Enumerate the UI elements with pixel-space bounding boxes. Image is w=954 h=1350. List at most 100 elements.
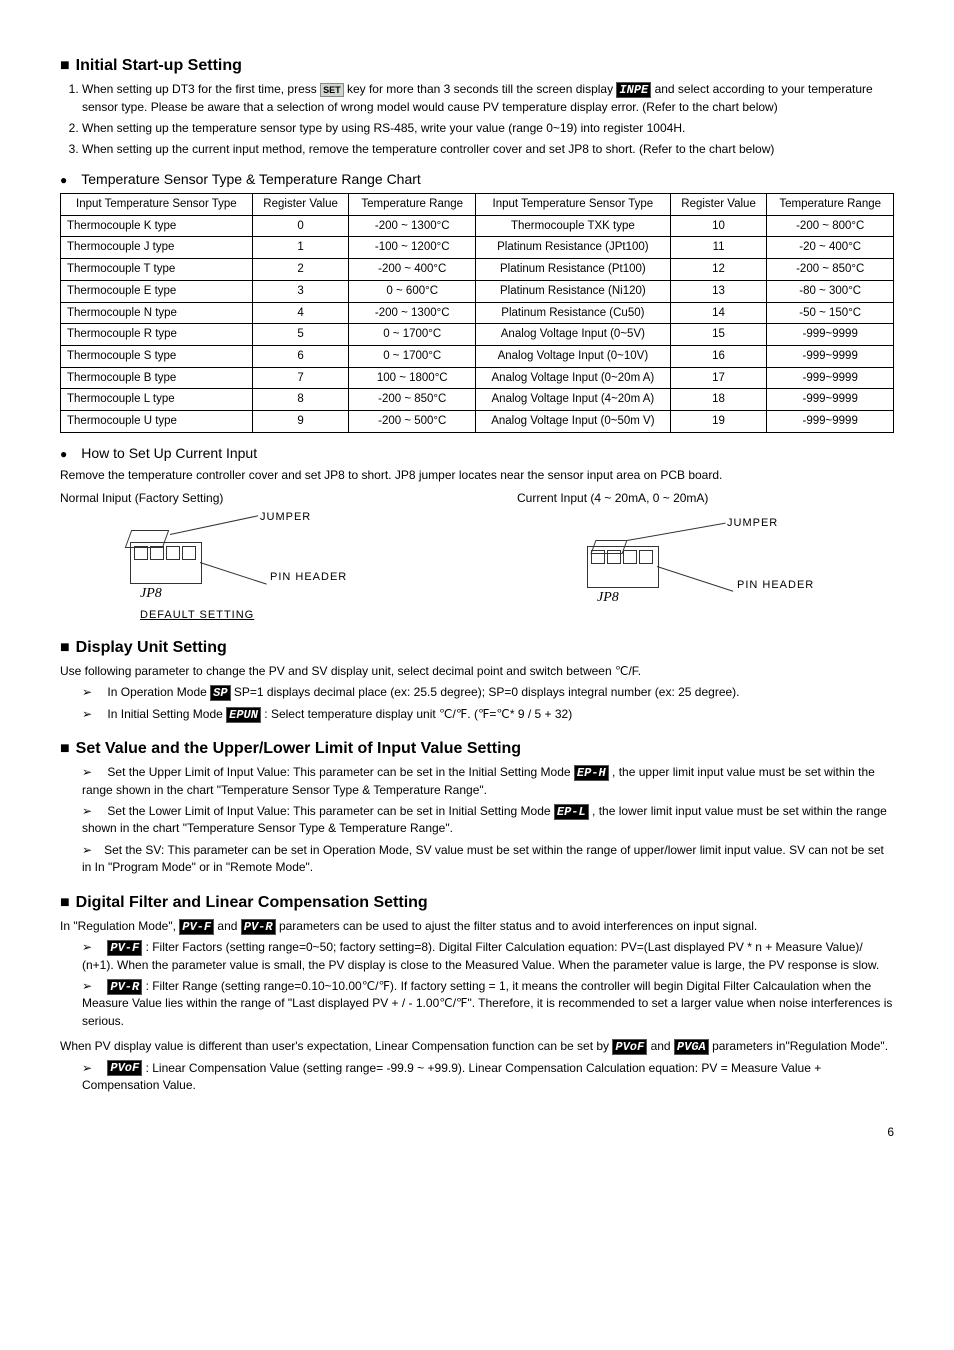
pin-header-label: PIN HEADER	[737, 578, 814, 594]
set-key-icon: SET	[320, 83, 344, 97]
table-row: Thermocouple U type9-200 ~ 500°CAnalog V…	[61, 410, 894, 432]
table-cell: Platinum Resistance (Pt100)	[476, 259, 671, 281]
jumper-label-text: JUMPER	[260, 510, 311, 526]
table-cell: 11	[670, 237, 767, 259]
table-row: Thermocouple L type8-200 ~ 850°CAnalog V…	[61, 389, 894, 411]
table-cell: 8	[252, 389, 349, 411]
table-cell: Thermocouple S type	[61, 345, 253, 367]
display-item-op: In Operation Mode SP SP=1 displays decim…	[82, 684, 894, 701]
table-cell: -200 ~ 400°C	[349, 259, 476, 281]
table-cell: Thermocouple K type	[61, 215, 253, 237]
lcd-pvof: PVoF	[612, 1039, 647, 1055]
text: When setting up DT3 for the first time, …	[82, 82, 320, 96]
text: When PV display value is different than …	[60, 1039, 612, 1053]
text: and	[217, 919, 240, 933]
display-list: In Operation Mode SP SP=1 displays decim…	[60, 684, 894, 723]
jumper-diagram-current: JUMPER JP8 PIN HEADER	[577, 512, 894, 622]
table-cell: 17	[670, 367, 767, 389]
table-cell: Thermocouple E type	[61, 280, 253, 302]
table-cell: 0 ~ 1700°C	[349, 345, 476, 367]
initial-steps-list: When setting up DT3 for the first time, …	[60, 81, 894, 159]
jumper-label-text: JUMPER	[727, 516, 778, 532]
lcd-inpe: INPE	[616, 82, 651, 98]
table-cell: 5	[252, 324, 349, 346]
table-cell: 4	[252, 302, 349, 324]
table-cell: Thermocouple T type	[61, 259, 253, 281]
table-cell: 9	[252, 410, 349, 432]
table-cell: 14	[670, 302, 767, 324]
table-cell: 13	[670, 280, 767, 302]
table-cell: 100 ~ 1800°C	[349, 367, 476, 389]
th: Input Temperature Sensor Type	[61, 194, 253, 216]
table-cell: -999~9999	[767, 410, 894, 432]
table-row: Thermocouple N type4-200 ~ 1300°CPlatinu…	[61, 302, 894, 324]
th: Register Value	[252, 194, 349, 216]
table-cell: 19	[670, 410, 767, 432]
table-cell: Analog Voltage Input (0~10V)	[476, 345, 671, 367]
table-cell: Analog Voltage Input (0~50m V)	[476, 410, 671, 432]
text: parameters can be used to ajust the filt…	[279, 919, 757, 933]
table-cell: -200 ~ 850°C	[349, 389, 476, 411]
display-item-init: In Initial Setting Mode EPUN : Select te…	[82, 706, 894, 723]
table-cell: Thermocouple N type	[61, 302, 253, 324]
setvalue-list: Set the Upper Limit of Input Value: This…	[60, 764, 894, 876]
initial-step-1: When setting up DT3 for the first time, …	[82, 81, 894, 116]
lcd-pvf: PV-F	[107, 940, 142, 956]
lcd-epl: EP-L	[554, 804, 589, 820]
default-setting-label: DEFAULT SETTING	[140, 608, 254, 624]
table-cell: -200 ~ 800°C	[767, 215, 894, 237]
table-cell: 0 ~ 600°C	[349, 280, 476, 302]
table-cell: Platinum Resistance (Cu50)	[476, 302, 671, 324]
jumper-right-label: Current Input (4 ~ 20mA, 0 ~ 20mA)	[517, 490, 894, 507]
table-header-row: Input Temperature Sensor Type Register V…	[61, 194, 894, 216]
table-row: Thermocouple J type1-100 ~ 1200°CPlatinu…	[61, 237, 894, 259]
section-initial-title: Initial Start-up Setting	[60, 54, 894, 77]
filter-item-pvf: PV-F : Filter Factors (setting range=0~5…	[82, 939, 894, 974]
sensor-chart-title: Temperature Sensor Type & Temperature Ra…	[60, 169, 894, 189]
th: Input Temperature Sensor Type	[476, 194, 671, 216]
table-cell: Thermocouple L type	[61, 389, 253, 411]
table-cell: Analog Voltage Input (4~20m A)	[476, 389, 671, 411]
text: Set the Upper Limit of Input Value: This…	[107, 765, 573, 779]
initial-step-3: When setting up the current input method…	[82, 141, 894, 158]
section-setvalue-title: Set Value and the Upper/Lower Limit of I…	[60, 737, 894, 760]
table-row: Thermocouple K type0-200 ~ 1300°CThermoc…	[61, 215, 894, 237]
table-row: Thermocouple E type30 ~ 600°CPlatinum Re…	[61, 280, 894, 302]
table-cell: 2	[252, 259, 349, 281]
lcd-pvr: PV-R	[241, 919, 276, 935]
pin-header-label: PIN HEADER	[270, 570, 347, 586]
text: parameters in"Regulation Mode".	[712, 1039, 888, 1053]
text: : Linear Compensation Value (setting ran…	[82, 1061, 821, 1092]
table-cell: Thermocouple B type	[61, 367, 253, 389]
text: SP=1 displays decimal place (ex: 25.5 de…	[234, 685, 740, 699]
table-cell: -20 ~ 400°C	[767, 237, 894, 259]
text: Set the Lower Limit of Input Value: This…	[107, 804, 553, 818]
table-cell: Analog Voltage Input (0~20m A)	[476, 367, 671, 389]
setvalue-upper: Set the Upper Limit of Input Value: This…	[82, 764, 894, 799]
table-cell: -200 ~ 1300°C	[349, 302, 476, 324]
display-intro: Use following parameter to change the PV…	[60, 663, 894, 680]
table-cell: 18	[670, 389, 767, 411]
lcd-pvr: PV-R	[107, 979, 142, 995]
page-number: 6	[60, 1124, 894, 1141]
table-cell: -999~9999	[767, 389, 894, 411]
table-cell: -100 ~ 1200°C	[349, 237, 476, 259]
howto-desc: Remove the temperature controller cover …	[60, 467, 894, 484]
text: : Filter Factors (setting range=0~50; fa…	[82, 940, 879, 971]
linear-comp-list: PVoF : Linear Compensation Value (settin…	[60, 1060, 894, 1095]
table-cell: -200 ~ 850°C	[767, 259, 894, 281]
jp8-label: JP8	[597, 588, 619, 608]
table-row: Thermocouple R type50 ~ 1700°CAnalog Vol…	[61, 324, 894, 346]
table-cell: -999~9999	[767, 345, 894, 367]
filter-list: PV-F : Filter Factors (setting range=0~5…	[60, 939, 894, 1030]
jumper-diagram-default: JUMPER JP8 PIN HEADER DEFAULT SETTING	[120, 512, 437, 622]
table-cell: 6	[252, 345, 349, 367]
table-cell: 10	[670, 215, 767, 237]
section-display-title: Display Unit Setting	[60, 636, 894, 659]
setvalue-sv: Set the SV: This parameter can be set in…	[82, 842, 894, 877]
table-row: Thermocouple S type60 ~ 1700°CAnalog Vol…	[61, 345, 894, 367]
table-cell: 16	[670, 345, 767, 367]
linear-comp-item: PVoF : Linear Compensation Value (settin…	[82, 1060, 894, 1095]
table-cell: -200 ~ 1300°C	[349, 215, 476, 237]
initial-step-2: When setting up the temperature sensor t…	[82, 120, 894, 137]
